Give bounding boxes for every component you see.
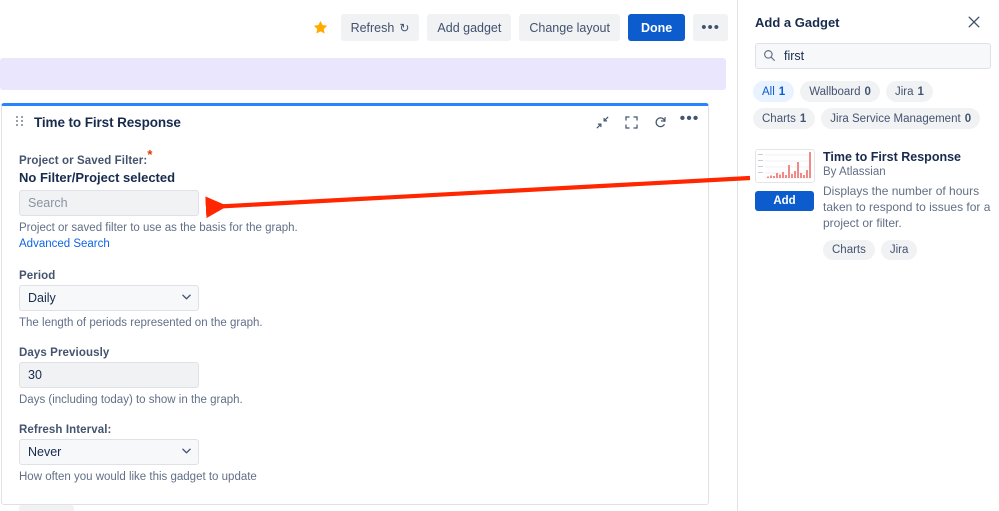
gadget-more-icon[interactable]: ••• bbox=[680, 111, 699, 132]
gadget-config-form: Project or Saved Filter:* No Filter/Proj… bbox=[2, 138, 708, 511]
gadget-card: Time to First Response ••• Project or Sa… bbox=[1, 103, 709, 511]
save-button[interactable]: Save bbox=[19, 505, 74, 511]
panel-header: Add a Gadget bbox=[739, 0, 999, 33]
period-field-hint: The length of periods represented on the… bbox=[19, 317, 263, 329]
filter-field-label: Project or Saved Filter:* bbox=[19, 147, 153, 167]
dashboard-more-button[interactable]: ••• bbox=[693, 14, 728, 41]
refresh-interval-field-group: Refresh Interval: Never How often you wo… bbox=[19, 424, 692, 483]
search-icon bbox=[763, 49, 776, 67]
gadget-header-actions: ••• bbox=[593, 106, 699, 138]
filter-selected-value: No Filter/Project selected bbox=[19, 170, 176, 185]
refresh-interval-select[interactable]: Never bbox=[19, 439, 199, 465]
gadget-result-author: By Atlassian bbox=[823, 166, 886, 178]
add-gadget-button[interactable]: Add gadget bbox=[427, 14, 512, 41]
chip-label: Wallboard bbox=[809, 85, 861, 98]
gadget-result-item: Add Time to First Response By Atlassian … bbox=[755, 149, 991, 260]
done-button[interactable]: Done bbox=[627, 14, 686, 41]
filter-field-group: Project or Saved Filter:* No Filter/Proj… bbox=[19, 147, 692, 252]
chip-label: All bbox=[762, 85, 775, 98]
gadget-result-left: Add bbox=[755, 149, 815, 260]
period-field-label: Period bbox=[19, 270, 56, 282]
chip-count: 0 bbox=[864, 85, 871, 98]
chip-count: 1 bbox=[799, 112, 807, 125]
period-field-group: Period Daily The length of periods repre… bbox=[19, 270, 692, 329]
star-icon[interactable] bbox=[309, 16, 333, 40]
maximize-icon[interactable] bbox=[622, 113, 641, 132]
gadget-header: Time to First Response ••• bbox=[2, 106, 708, 138]
chip-count: 0 bbox=[964, 112, 972, 125]
add-gadget-result-button[interactable]: Add bbox=[755, 191, 814, 211]
chip-label: Jira Service Management bbox=[830, 112, 961, 125]
refresh-interval-hint: How often you would like this gadget to … bbox=[19, 471, 257, 483]
collapse-icon[interactable] bbox=[593, 113, 612, 132]
advanced-search-link[interactable]: Advanced Search bbox=[19, 238, 110, 250]
filter-search-input[interactable] bbox=[19, 190, 199, 216]
filter-chip-jira-service-management[interactable]: Jira Service Management 0 bbox=[821, 108, 981, 129]
add-gadget-panel: Add a Gadget All 1 Wallboard 0 bbox=[739, 0, 999, 511]
filter-chip-wallboard[interactable]: Wallboard 0 bbox=[800, 81, 880, 102]
filter-chip-charts[interactable]: Charts 1 bbox=[753, 108, 816, 129]
dashboard-banner bbox=[0, 58, 726, 90]
app-root: Refresh ↻ Add gadget Change layout Done … bbox=[0, 0, 999, 511]
period-select[interactable]: Daily bbox=[19, 285, 199, 311]
gadget-tag-jira[interactable]: Jira bbox=[880, 240, 918, 260]
refresh-icon: ↻ bbox=[399, 20, 410, 35]
chip-label: Jira bbox=[894, 85, 914, 98]
gadget-search-input[interactable] bbox=[755, 43, 991, 69]
panel-title: Add a Gadget bbox=[755, 14, 840, 30]
change-layout-button[interactable]: Change layout bbox=[519, 14, 620, 41]
gadget-result-title: Time to First Response bbox=[823, 150, 961, 164]
gadget-result-description: Displays the number of hours taken to re… bbox=[823, 184, 991, 230]
chip-count: 1 bbox=[917, 85, 924, 98]
drag-handle-icon[interactable] bbox=[16, 116, 24, 128]
gadget-result-tags: Charts Jira bbox=[823, 240, 991, 260]
bar-chart-thumbnail-icon bbox=[755, 149, 815, 183]
filter-field-hint: Project or saved filter to use as the ba… bbox=[19, 222, 298, 234]
gadget-tag-charts[interactable]: Charts bbox=[823, 240, 875, 260]
days-field-group: Days Previously Days (including today) t… bbox=[19, 347, 692, 406]
filter-chip-jira[interactable]: Jira 1 bbox=[885, 81, 933, 102]
close-icon[interactable] bbox=[963, 11, 985, 33]
days-field-hint: Days (including today) to show in the gr… bbox=[19, 394, 243, 406]
panel-divider bbox=[737, 0, 738, 511]
filter-chip-all[interactable]: All 1 bbox=[753, 81, 795, 102]
gadget-result-body: Time to First Response By Atlassian Disp… bbox=[823, 149, 991, 260]
refresh-interval-label: Refresh Interval: bbox=[19, 424, 112, 436]
days-field-label: Days Previously bbox=[19, 347, 110, 359]
refresh-button[interactable]: Refresh ↻ bbox=[340, 14, 420, 41]
chip-label: Charts bbox=[762, 112, 796, 125]
dashboard-toolbar: Refresh ↻ Add gadget Change layout Done … bbox=[309, 14, 728, 41]
refresh-button-label: Refresh bbox=[350, 20, 395, 35]
gadget-title: Time to First Response bbox=[34, 114, 181, 130]
dashboard-area: Refresh ↻ Add gadget Change layout Done … bbox=[0, 0, 738, 511]
gadget-search-field bbox=[755, 43, 991, 69]
required-marker: * bbox=[147, 147, 153, 163]
refresh-icon[interactable] bbox=[651, 113, 670, 132]
chip-count: 1 bbox=[778, 85, 786, 98]
gadget-filter-chips: All 1 Wallboard 0 Jira 1 Charts 1 Jira S… bbox=[753, 81, 991, 129]
days-previously-input[interactable] bbox=[19, 362, 199, 388]
